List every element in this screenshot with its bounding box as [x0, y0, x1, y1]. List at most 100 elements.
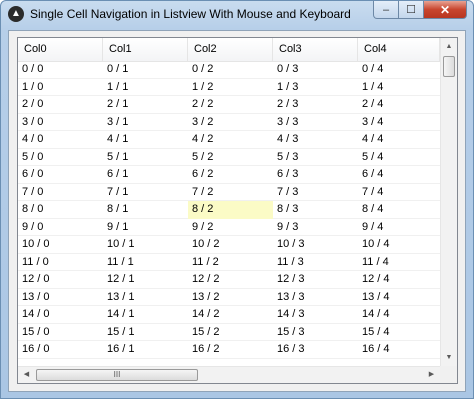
column-header-col0[interactable]: Col0	[18, 38, 103, 61]
table-cell[interactable]: 16 / 3	[273, 341, 358, 359]
table-cell[interactable]: 15 / 1	[103, 324, 188, 342]
table-row[interactable]: 4 / 04 / 14 / 24 / 34 / 4	[18, 131, 440, 149]
table-cell[interactable]: 14 / 2	[188, 306, 273, 324]
table-cell[interactable]: 14 / 0	[18, 306, 103, 324]
table-cell[interactable]: 10 / 1	[103, 236, 188, 254]
column-header-col2[interactable]: Col2	[188, 38, 273, 61]
table-cell[interactable]: 12 / 2	[188, 271, 273, 289]
scroll-down-icon[interactable]: ▼	[441, 349, 457, 366]
table-cell[interactable]: 7 / 0	[18, 184, 103, 202]
table-cell[interactable]: 11 / 0	[18, 254, 103, 272]
table-cell[interactable]: 0 / 2	[188, 61, 273, 79]
table-cell[interactable]: 12 / 3	[273, 271, 358, 289]
column-header-col3[interactable]: Col3	[273, 38, 358, 61]
table-row[interactable]: 8 / 08 / 18 / 28 / 38 / 4	[18, 201, 440, 219]
table-cell[interactable]: 6 / 1	[103, 166, 188, 184]
table-cell[interactable]: 4 / 1	[103, 131, 188, 149]
table-cell[interactable]: 7 / 4	[358, 184, 440, 202]
table-row[interactable]: 10 / 0 10 / 1 10 / 2 10 / 3 10 / 4	[18, 236, 440, 254]
table-cell[interactable]: 3 / 1	[103, 114, 188, 132]
horizontal-scroll-thumb[interactable]: III	[36, 369, 198, 381]
table-cell[interactable]: 3 / 3	[273, 114, 358, 132]
table-cell[interactable]: 12 / 1	[103, 271, 188, 289]
table-cell[interactable]: 5 / 3	[273, 149, 358, 167]
table-cell[interactable]: 4 / 4	[358, 131, 440, 149]
table-cell[interactable]: 15 / 4	[358, 324, 440, 342]
table-cell[interactable]: 1 / 1	[103, 79, 188, 97]
table-cell[interactable]: 8 / 4	[358, 201, 440, 219]
table-cell[interactable]: 15 / 0	[18, 324, 103, 342]
table-cell[interactable]: 11 / 1	[103, 254, 188, 272]
table-cell[interactable]: 0 / 1	[103, 61, 188, 79]
table-row[interactable]: 3 / 03 / 13 / 23 / 33 / 4	[18, 114, 440, 132]
table-row[interactable]: 9 / 09 / 19 / 29 / 39 / 4	[18, 219, 440, 237]
table-cell[interactable]: 5 / 0	[18, 149, 103, 167]
table-cell[interactable]: 13 / 4	[358, 289, 440, 307]
table-cell[interactable]: 16 / 2	[188, 341, 273, 359]
app-logo-icon[interactable]: ▲	[8, 6, 24, 22]
table-cell[interactable]: 11 / 4	[358, 254, 440, 272]
minimize-button[interactable]: –	[373, 1, 399, 19]
table-cell[interactable]: 6 / 3	[273, 166, 358, 184]
vertical-scroll-thumb[interactable]	[443, 56, 455, 77]
table-cell[interactable]: 12 / 0	[18, 271, 103, 289]
table-cell[interactable]: 1 / 2	[188, 79, 273, 97]
table-cell[interactable]: 2 / 0	[18, 96, 103, 114]
scroll-up-icon[interactable]: ▲	[441, 38, 457, 55]
table-cell[interactable]: 3 / 0	[18, 114, 103, 132]
table-cell[interactable]: 10 / 0	[18, 236, 103, 254]
table-row[interactable]: 2 / 02 / 12 / 22 / 32 / 4	[18, 96, 440, 114]
table-row[interactable]: 0 / 00 / 10 / 20 / 30 / 4	[18, 61, 440, 79]
table-cell[interactable]: 2 / 3	[273, 96, 358, 114]
table-cell[interactable]: 1 / 4	[358, 79, 440, 97]
table-cell[interactable]: 9 / 0	[18, 219, 103, 237]
table-row[interactable]: 11 / 0 11 / 1 11 / 2 11 / 3 11 / 4	[18, 254, 440, 272]
table-row[interactable]: 14 / 0 14 / 1 14 / 2 14 / 3 14 / 4	[18, 306, 440, 324]
table-row[interactable]: 1 / 01 / 11 / 21 / 31 / 4	[18, 79, 440, 97]
column-header-col4[interactable]: Col4	[358, 38, 440, 61]
table-cell[interactable]: 7 / 3	[273, 184, 358, 202]
title-bar[interactable]: ▲ Single Cell Navigation in Listview Wit…	[1, 1, 473, 29]
table-cell[interactable]: 11 / 3	[273, 254, 358, 272]
selected-cell[interactable]: 8 / 2	[188, 201, 273, 219]
table-cell[interactable]: 5 / 1	[103, 149, 188, 167]
table-cell[interactable]: 0 / 4	[358, 61, 440, 79]
table-row[interactable]: 16 / 0 16 / 1 16 / 2 16 / 3 16 / 4	[18, 341, 440, 359]
table-cell[interactable]: 8 / 0	[18, 201, 103, 219]
table-cell[interactable]: 0 / 3	[273, 61, 358, 79]
table-cell[interactable]: 14 / 4	[358, 306, 440, 324]
table-cell[interactable]: 6 / 2	[188, 166, 273, 184]
table-cell[interactable]: 10 / 3	[273, 236, 358, 254]
table-cell[interactable]: 12 / 4	[358, 271, 440, 289]
table-cell[interactable]: 7 / 2	[188, 184, 273, 202]
maximize-button[interactable]: ☐	[399, 1, 424, 19]
table-cell[interactable]: 16 / 0	[18, 341, 103, 359]
table-cell[interactable]: 10 / 4	[358, 236, 440, 254]
vertical-scrollbar[interactable]: ▲ ▼	[440, 38, 457, 366]
column-header-col1[interactable]: Col1	[103, 38, 188, 61]
table-cell[interactable]: 9 / 2	[188, 219, 273, 237]
table-cell[interactable]: 4 / 0	[18, 131, 103, 149]
table-cell[interactable]: 9 / 1	[103, 219, 188, 237]
table-cell[interactable]: 2 / 1	[103, 96, 188, 114]
scroll-left-icon[interactable]: ◀	[18, 367, 35, 383]
table-cell[interactable]: 9 / 4	[358, 219, 440, 237]
table-cell[interactable]: 0 / 0	[18, 61, 103, 79]
table-cell[interactable]: 13 / 1	[103, 289, 188, 307]
table-cell[interactable]: 13 / 2	[188, 289, 273, 307]
table-cell[interactable]: 5 / 4	[358, 149, 440, 167]
table-cell[interactable]: 7 / 1	[103, 184, 188, 202]
table-cell[interactable]: 14 / 1	[103, 306, 188, 324]
table-cell[interactable]: 2 / 2	[188, 96, 273, 114]
table-cell[interactable]: 9 / 3	[273, 219, 358, 237]
table-cell[interactable]: 4 / 3	[273, 131, 358, 149]
table-cell[interactable]: 8 / 1	[103, 201, 188, 219]
table-cell[interactable]: 6 / 4	[358, 166, 440, 184]
horizontal-scrollbar[interactable]: ◀ III ▶	[18, 366, 440, 383]
scroll-right-icon[interactable]: ▶	[423, 367, 440, 383]
table-cell[interactable]: 1 / 0	[18, 79, 103, 97]
table-cell[interactable]: 3 / 2	[188, 114, 273, 132]
table-cell[interactable]: 4 / 2	[188, 131, 273, 149]
table-cell[interactable]: 6 / 0	[18, 166, 103, 184]
table-cell[interactable]: 15 / 2	[188, 324, 273, 342]
